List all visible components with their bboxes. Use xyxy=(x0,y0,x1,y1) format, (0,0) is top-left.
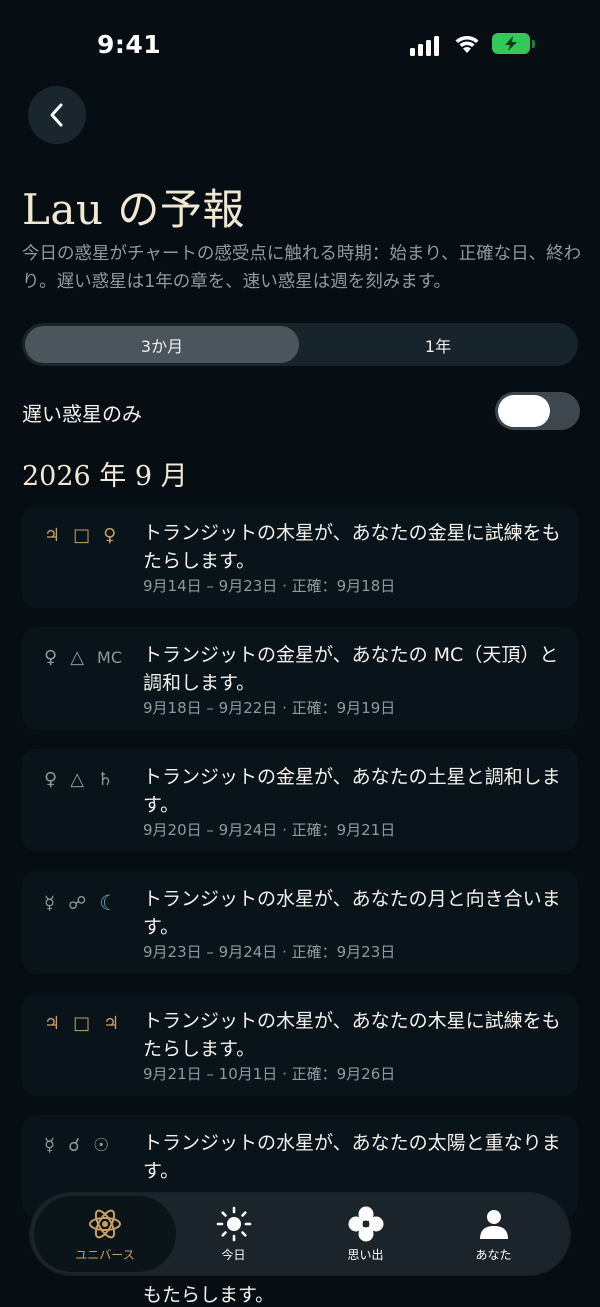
square-aspect-icon: □ xyxy=(73,1013,91,1034)
jupiter-icon: ♃ xyxy=(44,1013,61,1034)
aspect-glyphs: ☿ ☍ ☾ xyxy=(44,891,144,915)
chevron-left-icon xyxy=(50,103,63,127)
status-bar: 9:41 xyxy=(0,0,600,90)
toggle-knob xyxy=(498,395,550,427)
transit-dates: 9月14日 – 9月23日 · 正確：9月18日 xyxy=(143,577,396,595)
page-title: Lau の予報 xyxy=(22,185,245,234)
page-subtitle: 今日の惑星がチャートの感受点に触れる時期：始まり、正確な日、終わり。遅い惑星は1… xyxy=(22,244,582,292)
aspect-glyphs: ☿ ☌ ☉ xyxy=(44,1135,144,1156)
atom-icon xyxy=(87,1206,123,1242)
tab-bar: ユニバース 今日 思い出 あなた xyxy=(30,1193,570,1275)
tab-today[interactable]: 今日 xyxy=(166,1196,301,1272)
month-heading: 2026 年 9 月 xyxy=(22,461,188,492)
aspect-glyphs: ♃ □ ♃ xyxy=(44,1013,144,1034)
transit-dates: 9月21日 – 10月1日 · 正確：9月26日 xyxy=(143,1065,396,1083)
transit-dates: 9月18日 – 9月22日 · 正確：9月19日 xyxy=(143,699,396,717)
tab-label: 今日 xyxy=(221,1247,246,1262)
slow-planets-label: 遅い惑星のみ xyxy=(22,402,142,426)
transit-description: トランジットの木星が、あなたの金星に試練をもたらします。 xyxy=(143,522,561,572)
transit-dates: 9月20日 – 9月24日 · 正確：9月21日 xyxy=(143,821,396,839)
sun-glyph-icon: ☉ xyxy=(93,1135,110,1156)
slow-planets-toggle-row: 遅い惑星のみ xyxy=(22,392,580,432)
tab-label: 思い出 xyxy=(347,1247,384,1262)
trine-aspect-icon: △ xyxy=(70,647,85,668)
aspect-glyphs: ♀ △ MC xyxy=(44,647,144,668)
range-segmented-control: 3か月 1年 xyxy=(22,323,578,366)
transit-card[interactable]: ♀ △ ♄ トランジットの金星が、あなたの土星と調和します。 9月20日 – 9… xyxy=(22,749,578,852)
segment-1-year[interactable]: 1年 xyxy=(301,326,575,363)
aspect-glyphs: ♃ □ ♀ xyxy=(44,525,144,546)
saturn-icon: ♄ xyxy=(97,769,114,790)
mercury-icon: ☿ xyxy=(44,1135,56,1156)
aspect-glyphs: ♀ △ ♄ xyxy=(44,769,144,790)
status-time: 9:41 xyxy=(97,30,162,59)
venus-icon: ♀ xyxy=(44,769,58,790)
jupiter-icon: ♃ xyxy=(44,525,61,546)
transit-description: トランジットの金星が、あなたの土星と調和します。 xyxy=(143,766,561,816)
person-icon xyxy=(477,1206,511,1242)
moon-icon: ☾ xyxy=(99,891,119,915)
jupiter-icon: ♃ xyxy=(103,1013,120,1034)
mercury-icon: ☿ xyxy=(44,892,56,914)
trine-aspect-icon: △ xyxy=(70,769,85,790)
conjunction-aspect-icon: ☌ xyxy=(68,1135,81,1156)
back-button[interactable] xyxy=(28,86,86,144)
transit-description: トランジットの金星が、あなたの MC（天頂）と調和します。 xyxy=(143,644,559,694)
battery-icon xyxy=(492,33,530,54)
tab-label: ユニバース xyxy=(75,1247,135,1262)
sun-icon xyxy=(216,1206,252,1242)
tab-label: あなた xyxy=(475,1247,512,1262)
opposition-aspect-icon: ☍ xyxy=(68,892,87,914)
tab-memories[interactable]: 思い出 xyxy=(298,1196,433,1272)
venus-icon: ♀ xyxy=(103,525,117,546)
transit-description: トランジットの水星が、あなたの月と向き合います。 xyxy=(143,888,561,938)
transit-card[interactable]: ♀ △ MC トランジットの金星が、あなたの MC（天頂）と調和します。 9月1… xyxy=(22,627,578,730)
cellular-signal-icon xyxy=(410,36,442,56)
transit-description: トランジットの木星が、あなたの木星に試練をもたらします。 xyxy=(143,1010,561,1060)
venus-icon: ♀ xyxy=(44,647,58,668)
transit-card[interactable]: ☿ ☍ ☾ トランジットの水星が、あなたの月と向き合います。 9月23日 – 9… xyxy=(22,871,578,974)
transit-description: トランジットの水星が、あなたの太陽と重なります。 xyxy=(143,1132,561,1182)
midheaven-icon: MC xyxy=(97,648,123,667)
transit-card[interactable]: ♃ □ ♃ トランジットの木星が、あなたの木星に試練をもたらします。 9月21日… xyxy=(22,993,578,1096)
battery-cap xyxy=(532,40,535,48)
transit-card[interactable]: ♃ □ ♀ トランジットの木星が、あなたの金星に試練をもたらします。 9月14日… xyxy=(22,505,578,608)
partial-transit-text: もたらします。 xyxy=(143,1284,275,1306)
tab-universe[interactable]: ユニバース xyxy=(34,1196,176,1272)
flower-icon xyxy=(347,1206,385,1242)
wifi-icon xyxy=(455,36,479,53)
segment-3-months[interactable]: 3か月 xyxy=(25,326,299,363)
tab-you[interactable]: あなた xyxy=(426,1196,561,1272)
slow-planets-toggle[interactable] xyxy=(495,392,580,430)
square-aspect-icon: □ xyxy=(73,525,91,546)
transit-dates: 9月23日 – 9月24日 · 正確：9月23日 xyxy=(143,943,396,961)
